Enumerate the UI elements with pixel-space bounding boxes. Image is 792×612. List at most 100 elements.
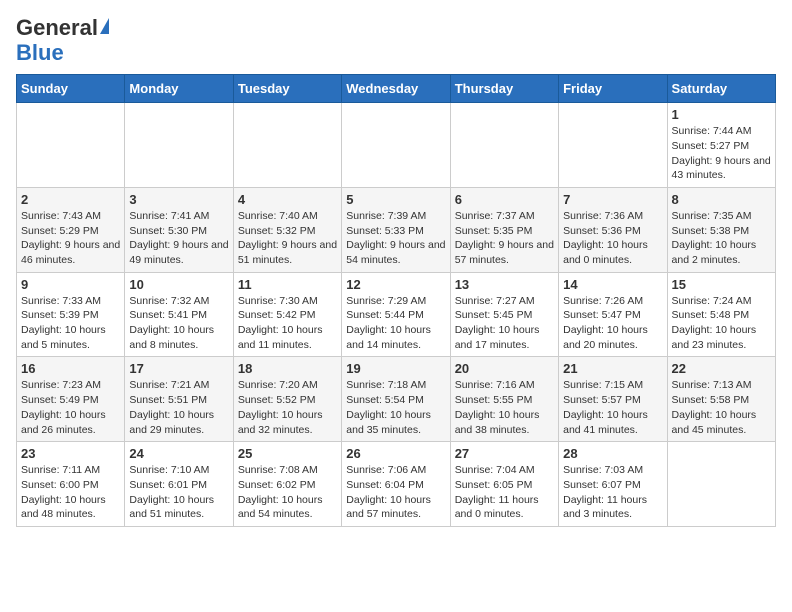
day-info: Sunrise: 7:36 AMSunset: 5:36 PMDaylight:… [563, 209, 662, 268]
logo-blue-text: Blue [16, 40, 64, 65]
weekday-header: Friday [559, 75, 667, 103]
calendar-cell: 11 Sunrise: 7:30 AMSunset: 5:42 PMDayligh… [233, 272, 341, 357]
calendar-cell: 7 Sunrise: 7:36 AMSunset: 5:36 PMDaylight… [559, 187, 667, 272]
calendar-cell: 14Sunrise: 7:26 AMSunset: 5:47 PMDayligh… [559, 272, 667, 357]
calendar-cell: 1 Sunrise: 7:44 AMSunset: 5:27 PMDaylight… [667, 103, 775, 188]
day-info: Sunrise: 7:44 AMSunset: 5:27 PMDaylight:… [672, 124, 771, 183]
day-info: Sunrise: 7:10 AMSunset: 6:01 PMDaylight:… [129, 463, 228, 522]
day-info: Sunrise: 7:11 AMSunset: 6:00 PMDaylight:… [21, 463, 120, 522]
logo: General Blue [16, 16, 109, 66]
day-info: Sunrise: 7:18 AMSunset: 5:54 PMDaylight:… [346, 378, 445, 437]
weekday-header: Monday [125, 75, 233, 103]
calendar-cell: 12 Sunrise: 7:29 AMSunset: 5:44 PMDayligh… [342, 272, 450, 357]
day-number: 21 [563, 361, 662, 376]
day-number: 6 [455, 192, 554, 207]
day-number: 22 [672, 361, 771, 376]
calendar-cell: 3 Sunrise: 7:41 AMSunset: 5:30 PMDaylight… [125, 187, 233, 272]
calendar-cell: 2 Sunrise: 7:43 AMSunset: 5:29 PMDaylight… [17, 187, 125, 272]
weekday-header: Sunday [17, 75, 125, 103]
day-info: Sunrise: 7:27 AMSunset: 5:45 PMDaylight:… [455, 294, 554, 353]
calendar-cell: 28Sunrise: 7:03 AMSunset: 6:07 PMDayligh… [559, 442, 667, 527]
day-info: Sunrise: 7:13 AMSunset: 5:58 PMDaylight:… [672, 378, 771, 437]
day-number: 2 [21, 192, 120, 207]
day-number: 27 [455, 446, 554, 461]
day-number: 1 [672, 107, 771, 122]
weekday-header: Tuesday [233, 75, 341, 103]
day-info: Sunrise: 7:16 AMSunset: 5:55 PMDaylight:… [455, 378, 554, 437]
day-number: 24 [129, 446, 228, 461]
day-info: Sunrise: 7:29 AMSunset: 5:44 PMDaylight:… [346, 294, 445, 353]
calendar-cell [559, 103, 667, 188]
calendar-table: SundayMondayTuesdayWednesdayThursdayFrid… [16, 74, 776, 527]
day-number: 15 [672, 277, 771, 292]
day-info: Sunrise: 7:41 AMSunset: 5:30 PMDaylight:… [129, 209, 228, 268]
calendar-cell: 18 Sunrise: 7:20 AMSunset: 5:52 PMDayligh… [233, 357, 341, 442]
calendar-week-row: 1 Sunrise: 7:44 AMSunset: 5:27 PMDaylight… [17, 103, 776, 188]
calendar-cell [233, 103, 341, 188]
day-number: 11 [238, 277, 337, 292]
day-number: 25 [238, 446, 337, 461]
day-info: Sunrise: 7:20 AMSunset: 5:52 PMDaylight:… [238, 378, 337, 437]
day-info: Sunrise: 7:26 AMSunset: 5:47 PMDaylight:… [563, 294, 662, 353]
day-number: 19 [346, 361, 445, 376]
day-number: 18 [238, 361, 337, 376]
calendar-cell [125, 103, 233, 188]
calendar-cell: 16 Sunrise: 7:23 AMSunset: 5:49 PMDayligh… [17, 357, 125, 442]
calendar-week-row: 9 Sunrise: 7:33 AMSunset: 5:39 PMDaylight… [17, 272, 776, 357]
calendar-cell: 13 Sunrise: 7:27 AMSunset: 5:45 PMDayligh… [450, 272, 558, 357]
day-info: Sunrise: 7:35 AMSunset: 5:38 PMDaylight:… [672, 209, 771, 268]
calendar-cell [17, 103, 125, 188]
day-number: 13 [455, 277, 554, 292]
day-info: Sunrise: 7:39 AMSunset: 5:33 PMDaylight:… [346, 209, 445, 268]
day-number: 20 [455, 361, 554, 376]
calendar-cell: 21 Sunrise: 7:15 AMSunset: 5:57 PMDayligh… [559, 357, 667, 442]
day-info: Sunrise: 7:33 AMSunset: 5:39 PMDaylight:… [21, 294, 120, 353]
day-info: Sunrise: 7:43 AMSunset: 5:29 PMDaylight:… [21, 209, 120, 268]
day-number: 5 [346, 192, 445, 207]
day-number: 8 [672, 192, 771, 207]
calendar-cell: 25 Sunrise: 7:08 AMSunset: 6:02 PMDayligh… [233, 442, 341, 527]
day-info: Sunrise: 7:23 AMSunset: 5:49 PMDaylight:… [21, 378, 120, 437]
day-info: Sunrise: 7:37 AMSunset: 5:35 PMDaylight:… [455, 209, 554, 268]
calendar-cell: 5 Sunrise: 7:39 AMSunset: 5:33 PMDaylight… [342, 187, 450, 272]
day-info: Sunrise: 7:21 AMSunset: 5:51 PMDaylight:… [129, 378, 228, 437]
calendar-cell: 27 Sunrise: 7:04 AMSunset: 6:05 PMDayligh… [450, 442, 558, 527]
day-number: 28 [563, 446, 662, 461]
day-info: Sunrise: 7:24 AMSunset: 5:48 PMDaylight:… [672, 294, 771, 353]
day-number: 7 [563, 192, 662, 207]
day-number: 9 [21, 277, 120, 292]
calendar-cell [342, 103, 450, 188]
day-number: 3 [129, 192, 228, 207]
day-info: Sunrise: 7:30 AMSunset: 5:42 PMDaylight:… [238, 294, 337, 353]
logo-triangle-icon [100, 18, 109, 34]
calendar-cell: 24 Sunrise: 7:10 AMSunset: 6:01 PMDayligh… [125, 442, 233, 527]
calendar-cell: 26Sunrise: 7:06 AMSunset: 6:04 PMDayligh… [342, 442, 450, 527]
day-info: Sunrise: 7:40 AMSunset: 5:32 PMDaylight:… [238, 209, 337, 268]
day-info: Sunrise: 7:08 AMSunset: 6:02 PMDaylight:… [238, 463, 337, 522]
calendar-cell: 6 Sunrise: 7:37 AMSunset: 5:35 PMDaylight… [450, 187, 558, 272]
calendar-cell: 22 Sunrise: 7:13 AMSunset: 5:58 PMDayligh… [667, 357, 775, 442]
day-info: Sunrise: 7:04 AMSunset: 6:05 PMDaylight:… [455, 463, 554, 522]
day-number: 16 [21, 361, 120, 376]
calendar-week-row: 2 Sunrise: 7:43 AMSunset: 5:29 PMDaylight… [17, 187, 776, 272]
day-number: 12 [346, 277, 445, 292]
calendar-cell: 15 Sunrise: 7:24 AMSunset: 5:48 PMDayligh… [667, 272, 775, 357]
weekday-header: Thursday [450, 75, 558, 103]
day-info: Sunrise: 7:06 AMSunset: 6:04 PMDaylight:… [346, 463, 445, 522]
page-header: General Blue [16, 16, 776, 66]
calendar-cell [667, 442, 775, 527]
calendar-week-row: 16 Sunrise: 7:23 AMSunset: 5:49 PMDayligh… [17, 357, 776, 442]
weekday-header: Saturday [667, 75, 775, 103]
calendar-cell: 20 Sunrise: 7:16 AMSunset: 5:55 PMDayligh… [450, 357, 558, 442]
day-number: 4 [238, 192, 337, 207]
logo-general-text: General [16, 16, 98, 40]
calendar-cell: 19 Sunrise: 7:18 AMSunset: 5:54 PMDayligh… [342, 357, 450, 442]
calendar-cell: 23Sunrise: 7:11 AMSunset: 6:00 PMDayligh… [17, 442, 125, 527]
day-number: 10 [129, 277, 228, 292]
day-number: 17 [129, 361, 228, 376]
calendar-cell: 4 Sunrise: 7:40 AMSunset: 5:32 PMDaylight… [233, 187, 341, 272]
day-info: Sunrise: 7:15 AMSunset: 5:57 PMDaylight:… [563, 378, 662, 437]
calendar-cell: 9 Sunrise: 7:33 AMSunset: 5:39 PMDaylight… [17, 272, 125, 357]
calendar-cell: 8 Sunrise: 7:35 AMSunset: 5:38 PMDaylight… [667, 187, 775, 272]
calendar-cell: 10Sunrise: 7:32 AMSunset: 5:41 PMDayligh… [125, 272, 233, 357]
